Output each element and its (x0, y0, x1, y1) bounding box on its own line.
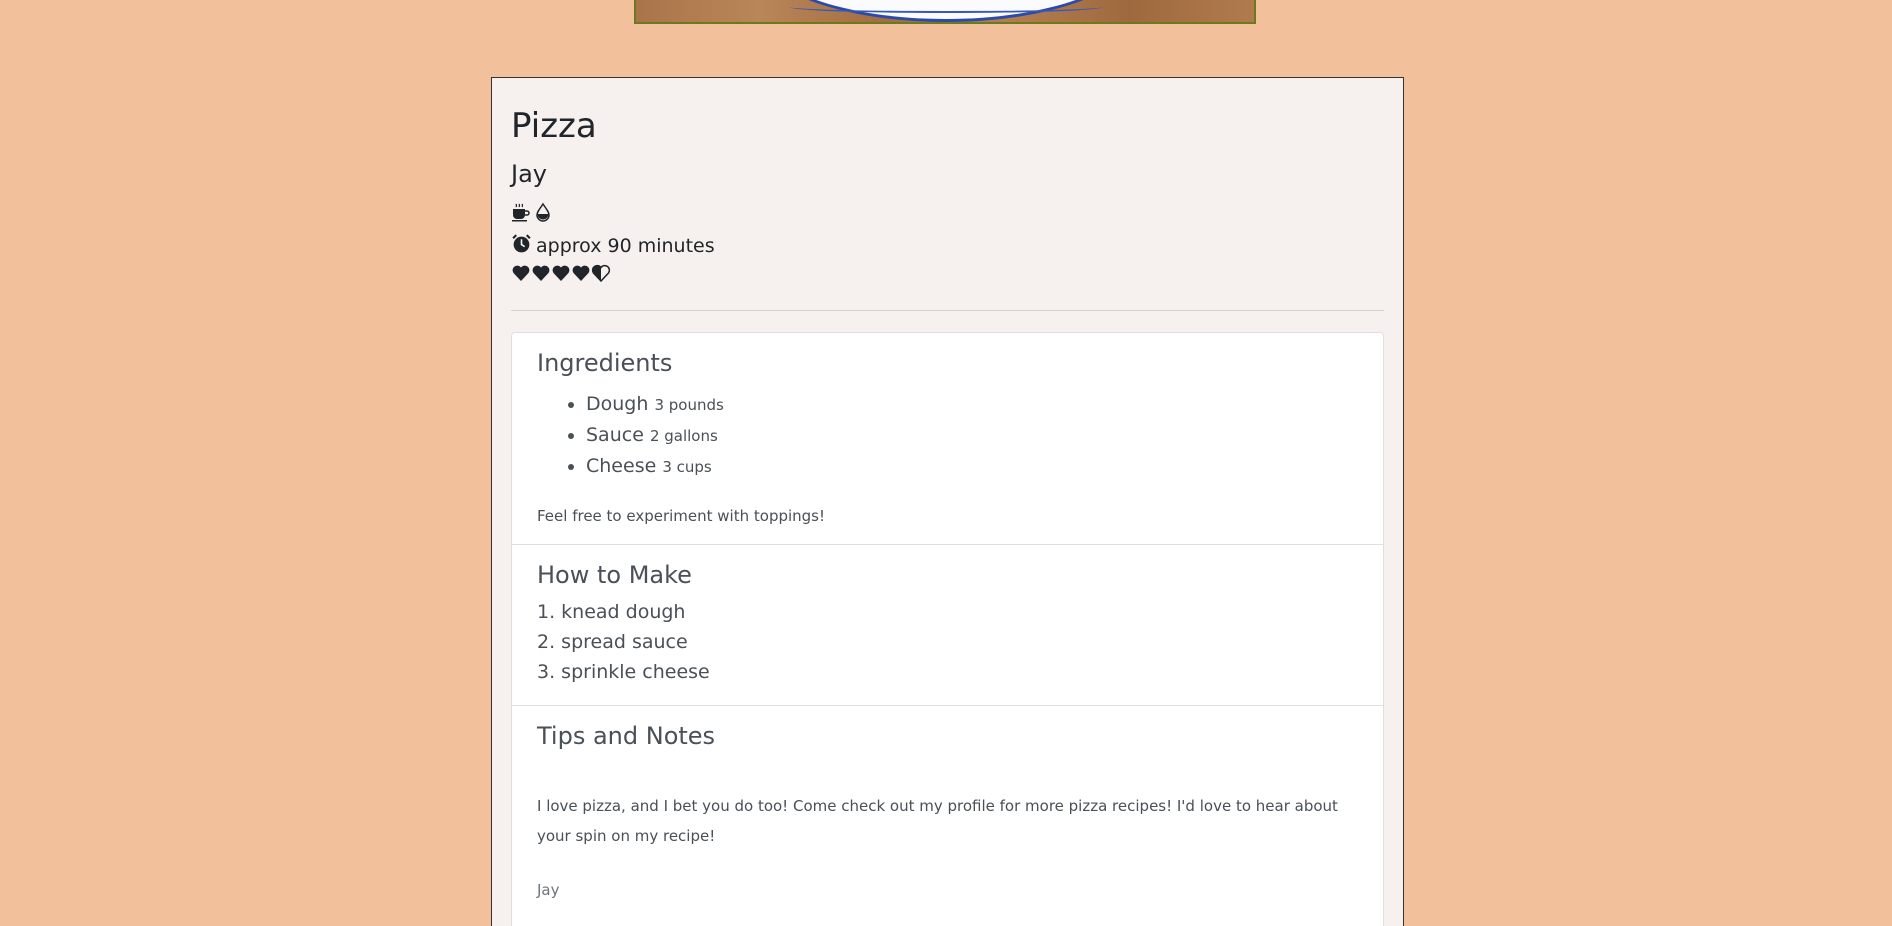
ingredients-list: Dough 3 pounds Sauce 2 gallons Cheese 3 … (562, 389, 724, 482)
tips-signature: Jay (537, 881, 560, 899)
droplet-icon (533, 202, 553, 226)
alarm-clock-icon (511, 233, 532, 259)
recipe-card: Pizza Jay approx 90 minutes Ingredients … (491, 77, 1404, 926)
heart-full-icon (531, 263, 551, 287)
heart-half-icon (591, 263, 611, 287)
cook-time-text: approx 90 minutes (536, 235, 715, 257)
ingredient-qty: 3 pounds (654, 396, 724, 414)
steps-list: 1. knead dough 2. spread sauce 3. sprink… (537, 597, 710, 687)
step-item: 1. knead dough (537, 601, 686, 623)
recipe-sections: Ingredients Dough 3 pounds Sauce 2 gallo… (511, 332, 1384, 926)
heart-full-icon (551, 263, 571, 287)
pizza-plate-image (756, 0, 1136, 22)
recipe-title: Pizza (511, 106, 597, 146)
step-item: 3. sprinkle cheese (537, 661, 710, 683)
tips-heading: Tips and Notes (537, 722, 716, 750)
recipe-hero-image (634, 0, 1256, 24)
recipe-author: Jay (511, 160, 547, 188)
cook-time: approx 90 minutes (511, 233, 715, 259)
ingredients-heading: Ingredients (537, 349, 673, 377)
rating-hearts (511, 263, 611, 287)
header-divider (511, 310, 1384, 311)
ingredients-note: Feel free to experiment with toppings! (537, 507, 826, 525)
tips-text: I love pizza, and I bet you do too! Come… (537, 797, 1338, 845)
heart-full-icon (511, 263, 531, 287)
diet-icons (511, 202, 553, 226)
ingredient-qty: 3 cups (662, 458, 712, 476)
step-item: 2. spread sauce (537, 631, 688, 653)
how-to-make-section: How to Make 1. knead dough 2. spread sau… (512, 545, 1383, 706)
coffee-cup-icon (511, 202, 531, 226)
ingredient-name: Dough (586, 393, 649, 415)
list-item: Cheese 3 cups (586, 451, 724, 482)
tips-section: Tips and Notes I love pizza, and I bet y… (512, 706, 1383, 926)
list-item: Sauce 2 gallons (586, 420, 724, 451)
ingredient-name: Cheese (586, 455, 657, 477)
heart-full-icon (571, 263, 591, 287)
recipe-page: Pizza Jay approx 90 minutes Ingredients … (0, 0, 1892, 926)
ingredient-qty: 2 gallons (649, 427, 718, 445)
how-to-make-heading: How to Make (537, 561, 692, 589)
list-item: Dough 3 pounds (586, 389, 724, 420)
ingredient-name: Sauce (586, 424, 644, 446)
ingredients-section: Ingredients Dough 3 pounds Sauce 2 gallo… (512, 333, 1383, 545)
